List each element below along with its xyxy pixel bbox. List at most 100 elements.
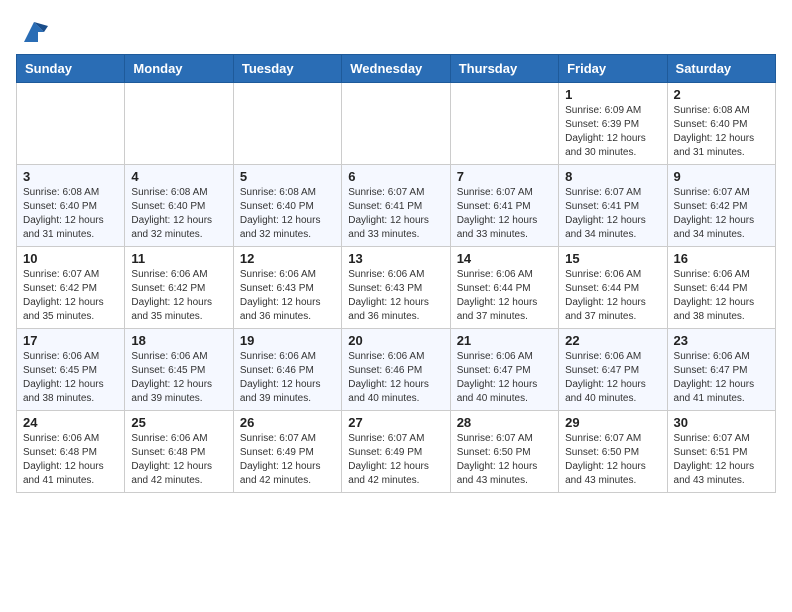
day-cell: 16 Sunrise: 6:06 AM Sunset: 6:44 PM Dayli… xyxy=(667,247,775,329)
day-cell: 6 Sunrise: 6:07 AM Sunset: 6:41 PM Daylig… xyxy=(342,165,450,247)
day-number: 16 xyxy=(674,251,769,266)
day-cell: 19 Sunrise: 6:06 AM Sunset: 6:46 PM Dayli… xyxy=(233,329,341,411)
day-cell: 9 Sunrise: 6:07 AM Sunset: 6:42 PM Daylig… xyxy=(667,165,775,247)
day-number: 11 xyxy=(131,251,226,266)
day-number: 26 xyxy=(240,415,335,430)
day-number: 7 xyxy=(457,169,552,184)
week-row-1: 1 Sunrise: 6:09 AM Sunset: 6:39 PM Daylig… xyxy=(17,83,776,165)
day-cell: 25Sunrise: 6:06 AM Sunset: 6:48 PM Dayli… xyxy=(125,411,233,493)
day-number: 1 xyxy=(565,87,660,102)
day-cell: 8Sunrise: 6:07 AM Sunset: 6:41 PM Daylig… xyxy=(559,165,667,247)
day-number: 10 xyxy=(23,251,118,266)
day-info: Sunrise: 6:07 AM Sunset: 6:49 PM Dayligh… xyxy=(348,432,443,488)
day-number: 24 xyxy=(23,415,118,430)
day-cell xyxy=(17,83,125,165)
day-number: 19 xyxy=(240,333,335,348)
day-number: 28 xyxy=(457,415,552,430)
day-info: Sunrise: 6:06 AM Sunset: 6:48 PM Dayligh… xyxy=(23,432,118,488)
calendar: SundayMondayTuesdayWednesdayThursdayFrid… xyxy=(16,54,776,493)
day-number: 17 xyxy=(23,333,118,348)
day-cell xyxy=(233,83,341,165)
day-number: 2 xyxy=(674,87,769,102)
header xyxy=(16,16,776,46)
day-info: Sunrise: 6:06 AM Sunset: 6:45 PM Dayligh… xyxy=(23,350,118,406)
weekday-sunday: Sunday xyxy=(17,55,125,83)
day-info: Sunrise: 6:07 AM Sunset: 6:50 PM Dayligh… xyxy=(565,432,660,488)
day-number: 5 xyxy=(240,169,335,184)
weekday-thursday: Thursday xyxy=(450,55,558,83)
day-number: 30 xyxy=(674,415,769,430)
day-info: Sunrise: 6:06 AM Sunset: 6:44 PM Dayligh… xyxy=(674,268,769,324)
day-cell: 4 Sunrise: 6:08 AM Sunset: 6:40 PM Daylig… xyxy=(125,165,233,247)
day-info: Sunrise: 6:06 AM Sunset: 6:47 PM Dayligh… xyxy=(674,350,769,406)
day-number: 8 xyxy=(565,169,660,184)
weekday-monday: Monday xyxy=(125,55,233,83)
day-info: Sunrise: 6:06 AM Sunset: 6:45 PM Dayligh… xyxy=(131,350,226,406)
day-cell: 29 Sunrise: 6:07 AM Sunset: 6:50 PM Dayli… xyxy=(559,411,667,493)
day-cell: 15Sunrise: 6:06 AM Sunset: 6:44 PM Dayli… xyxy=(559,247,667,329)
day-cell: 13 Sunrise: 6:06 AM Sunset: 6:43 PM Dayli… xyxy=(342,247,450,329)
day-info: Sunrise: 6:06 AM Sunset: 6:43 PM Dayligh… xyxy=(240,268,335,324)
day-cell: 24 Sunrise: 6:06 AM Sunset: 6:48 PM Dayli… xyxy=(17,411,125,493)
day-info: Sunrise: 6:07 AM Sunset: 6:50 PM Dayligh… xyxy=(457,432,552,488)
day-info: Sunrise: 6:07 AM Sunset: 6:42 PM Dayligh… xyxy=(674,186,769,242)
day-info: Sunrise: 6:06 AM Sunset: 6:46 PM Dayligh… xyxy=(348,350,443,406)
day-number: 15 xyxy=(565,251,660,266)
logo-icon xyxy=(20,18,48,46)
day-number: 9 xyxy=(674,169,769,184)
weekday-header-row: SundayMondayTuesdayWednesdayThursdayFrid… xyxy=(17,55,776,83)
day-info: Sunrise: 6:09 AM Sunset: 6:39 PM Dayligh… xyxy=(565,104,660,160)
day-info: Sunrise: 6:06 AM Sunset: 6:44 PM Dayligh… xyxy=(457,268,552,324)
day-number: 6 xyxy=(348,169,443,184)
week-row-4: 17 Sunrise: 6:06 AM Sunset: 6:45 PM Dayli… xyxy=(17,329,776,411)
day-number: 29 xyxy=(565,415,660,430)
day-number: 25 xyxy=(131,415,226,430)
day-info: Sunrise: 6:06 AM Sunset: 6:47 PM Dayligh… xyxy=(457,350,552,406)
week-row-3: 10Sunrise: 6:07 AM Sunset: 6:42 PM Dayli… xyxy=(17,247,776,329)
day-cell: 10Sunrise: 6:07 AM Sunset: 6:42 PM Dayli… xyxy=(17,247,125,329)
day-number: 22 xyxy=(565,333,660,348)
day-cell: 3 Sunrise: 6:08 AM Sunset: 6:40 PM Daylig… xyxy=(17,165,125,247)
day-number: 23 xyxy=(674,333,769,348)
week-row-5: 24 Sunrise: 6:06 AM Sunset: 6:48 PM Dayli… xyxy=(17,411,776,493)
day-info: Sunrise: 6:08 AM Sunset: 6:40 PM Dayligh… xyxy=(240,186,335,242)
day-cell: 11 Sunrise: 6:06 AM Sunset: 6:42 PM Dayli… xyxy=(125,247,233,329)
day-cell: 1 Sunrise: 6:09 AM Sunset: 6:39 PM Daylig… xyxy=(559,83,667,165)
day-info: Sunrise: 6:08 AM Sunset: 6:40 PM Dayligh… xyxy=(23,186,118,242)
day-number: 12 xyxy=(240,251,335,266)
page: SundayMondayTuesdayWednesdayThursdayFrid… xyxy=(0,0,792,505)
day-number: 13 xyxy=(348,251,443,266)
day-cell: 30 Sunrise: 6:07 AM Sunset: 6:51 PM Dayli… xyxy=(667,411,775,493)
day-info: Sunrise: 6:08 AM Sunset: 6:40 PM Dayligh… xyxy=(131,186,226,242)
day-info: Sunrise: 6:07 AM Sunset: 6:49 PM Dayligh… xyxy=(240,432,335,488)
day-cell: 20Sunrise: 6:06 AM Sunset: 6:46 PM Dayli… xyxy=(342,329,450,411)
week-row-2: 3 Sunrise: 6:08 AM Sunset: 6:40 PM Daylig… xyxy=(17,165,776,247)
day-info: Sunrise: 6:07 AM Sunset: 6:41 PM Dayligh… xyxy=(348,186,443,242)
day-info: Sunrise: 6:06 AM Sunset: 6:47 PM Dayligh… xyxy=(565,350,660,406)
day-cell xyxy=(125,83,233,165)
day-cell: 23 Sunrise: 6:06 AM Sunset: 6:47 PM Dayli… xyxy=(667,329,775,411)
day-cell: 17 Sunrise: 6:06 AM Sunset: 6:45 PM Dayli… xyxy=(17,329,125,411)
day-cell: 18 Sunrise: 6:06 AM Sunset: 6:45 PM Dayli… xyxy=(125,329,233,411)
logo-area xyxy=(16,16,48,46)
day-cell: 12 Sunrise: 6:06 AM Sunset: 6:43 PM Dayli… xyxy=(233,247,341,329)
day-cell: 7 Sunrise: 6:07 AM Sunset: 6:41 PM Daylig… xyxy=(450,165,558,247)
day-number: 14 xyxy=(457,251,552,266)
day-cell: 5 Sunrise: 6:08 AM Sunset: 6:40 PM Daylig… xyxy=(233,165,341,247)
day-cell xyxy=(450,83,558,165)
day-info: Sunrise: 6:07 AM Sunset: 6:41 PM Dayligh… xyxy=(457,186,552,242)
day-cell: 27Sunrise: 6:07 AM Sunset: 6:49 PM Dayli… xyxy=(342,411,450,493)
day-cell xyxy=(342,83,450,165)
day-number: 18 xyxy=(131,333,226,348)
day-cell: 26 Sunrise: 6:07 AM Sunset: 6:49 PM Dayli… xyxy=(233,411,341,493)
day-info: Sunrise: 6:06 AM Sunset: 6:43 PM Dayligh… xyxy=(348,268,443,324)
day-info: Sunrise: 6:06 AM Sunset: 6:42 PM Dayligh… xyxy=(131,268,226,324)
day-cell: 14 Sunrise: 6:06 AM Sunset: 6:44 PM Dayli… xyxy=(450,247,558,329)
day-info: Sunrise: 6:07 AM Sunset: 6:51 PM Dayligh… xyxy=(674,432,769,488)
day-number: 3 xyxy=(23,169,118,184)
weekday-saturday: Saturday xyxy=(667,55,775,83)
day-info: Sunrise: 6:06 AM Sunset: 6:46 PM Dayligh… xyxy=(240,350,335,406)
day-number: 4 xyxy=(131,169,226,184)
day-cell: 2 Sunrise: 6:08 AM Sunset: 6:40 PM Daylig… xyxy=(667,83,775,165)
day-info: Sunrise: 6:08 AM Sunset: 6:40 PM Dayligh… xyxy=(674,104,769,160)
